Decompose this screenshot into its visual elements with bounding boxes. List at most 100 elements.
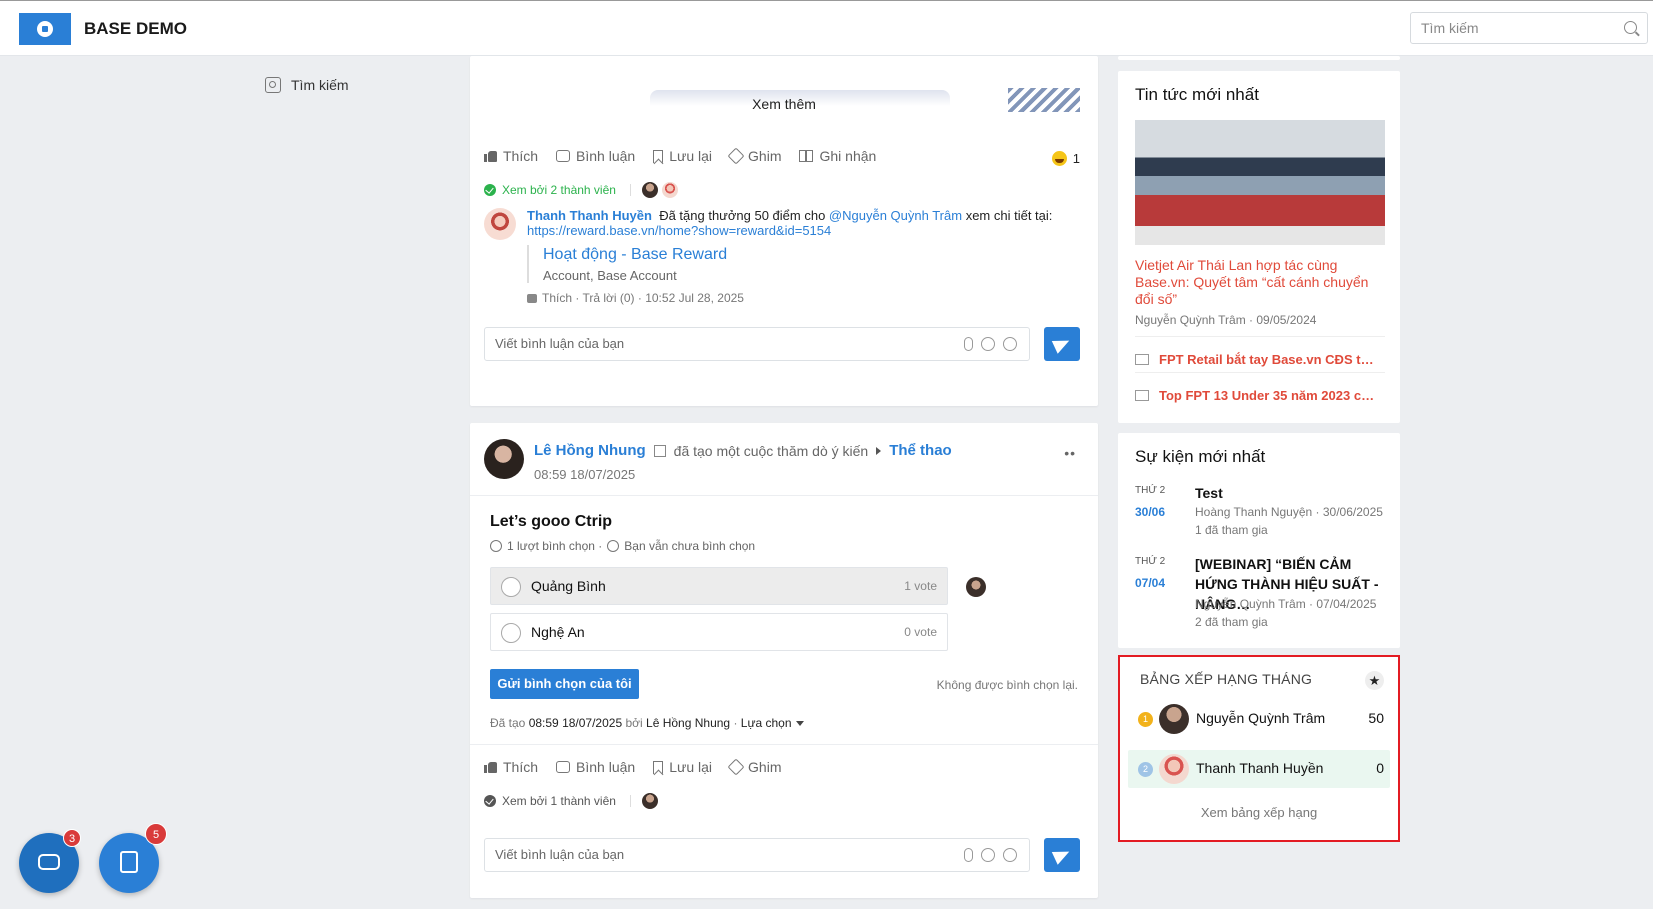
like-button[interactable]: Thích [484, 759, 538, 775]
event-item[interactable]: THỨ 2 07/04 [WEBINAR] “BIẾN CẢM HỨNG THÀ… [1135, 556, 1385, 629]
radio-button[interactable] [501, 623, 521, 643]
like-button[interactable]: Thích [484, 148, 538, 164]
lightbulb-icon[interactable] [981, 337, 995, 351]
ranking-score: 50 [1368, 710, 1384, 726]
pin-button[interactable]: Ghim [727, 147, 781, 165]
attachment-icon[interactable] [964, 337, 973, 351]
avatar[interactable] [1159, 704, 1189, 734]
comment-input[interactable]: Viết bình luận của bạn [484, 838, 1030, 872]
more-options-icon[interactable]: •• [1064, 445, 1076, 461]
like-label: Thích [503, 759, 539, 775]
event-title[interactable]: Test [1195, 483, 1385, 503]
avatar[interactable] [660, 181, 679, 199]
link-preview[interactable]: Hoạt động - Base Reward Account, Base Ac… [527, 245, 1057, 283]
link-preview-subtitle: Account, Base Account [543, 268, 677, 283]
event-meta: Nguyễn Quỳnh Trâm · 07/04/2025 [1195, 597, 1377, 611]
send-button[interactable] [1044, 838, 1080, 872]
task-badge: 5 [145, 823, 167, 845]
emoji-icon[interactable] [1003, 337, 1017, 351]
comment-button[interactable]: Bình luận [556, 759, 635, 775]
choice-menu[interactable]: Lựa chọn [741, 716, 792, 730]
reward-link[interactable]: https://reward.base.vn/home?show=reward&… [527, 223, 831, 238]
ranking-row[interactable]: 1 Nguyễn Quỳnh Trâm 50 [1128, 700, 1390, 738]
comment-meta: Thích · Trả lời (0) · 10:52 Jul 28, 2025 [527, 291, 1057, 306]
avatar[interactable] [484, 208, 516, 240]
post-author[interactable]: Lê Hồng Nhung [534, 442, 646, 459]
emoji-icon[interactable] [1003, 848, 1017, 862]
link-preview-title[interactable]: Hoạt động - Base Reward [543, 245, 1057, 265]
rank-number: 1 [1138, 712, 1153, 727]
comment-text-after: xem chi tiết tại: [965, 208, 1053, 223]
poll-created-meta: Đã tạo 08:59 18/07/2025 bởi Lê Hồng Nhun… [490, 716, 804, 730]
app-logo[interactable] [19, 13, 71, 45]
top-bar: BASE DEMO Tìm kiếm [0, 0, 1653, 56]
post-action: đã tạo một cuộc thăm dò ý kiến [673, 442, 869, 459]
view-ranking-link[interactable]: Xem bảng xếp hạng [1120, 805, 1398, 820]
created-by[interactable]: Lê Hồng Nhung [646, 716, 730, 730]
pin-icon [727, 758, 745, 776]
news-headline[interactable]: Vietjet Air Thái Lan hợp tác cùng Base.v… [1135, 257, 1385, 308]
ranking-row[interactable]: 2 Thanh Thanh Huyền 0 [1128, 750, 1390, 788]
see-more-link[interactable]: Xem thêm [470, 96, 1098, 112]
arrow-right-icon [876, 446, 882, 455]
reaction-summary[interactable]: 1 [1051, 151, 1080, 166]
avatar[interactable] [484, 439, 524, 479]
save-button[interactable]: Lưu lại [653, 759, 712, 775]
avatar[interactable] [640, 792, 659, 810]
comment-placeholder: Viết bình luận của bạn [495, 847, 625, 862]
save-label: Lưu lại [669, 148, 713, 164]
star-icon[interactable]: ★ [1365, 671, 1384, 690]
check-circle-icon [490, 540, 502, 552]
rank-number: 2 [1138, 762, 1153, 777]
comment-author[interactable]: Thanh Thanh Huyền [527, 208, 652, 223]
recognize-button[interactable]: Ghi nhận [799, 148, 876, 164]
poll-option-label: Quảng Bình [531, 578, 606, 594]
radio-button[interactable] [501, 577, 521, 597]
send-button[interactable] [1044, 327, 1080, 361]
search-input[interactable]: Tìm kiếm [1410, 12, 1648, 44]
created-time: 08:59 18/07/2025 [528, 716, 623, 730]
news-image[interactable] [1135, 120, 1385, 245]
poll-option[interactable]: Quảng Bình 1 vote [490, 567, 948, 605]
chat-badge: 3 [63, 829, 81, 847]
post-topic[interactable]: Thể thao [889, 442, 952, 459]
comment-label: Bình luận [576, 148, 636, 164]
lightbulb-icon[interactable] [981, 848, 995, 862]
seen-by[interactable]: Xem bởi 1 thành viên [484, 792, 659, 810]
comment-button[interactable]: Bình luận [556, 148, 635, 164]
search-icon [265, 77, 281, 93]
comment-input[interactable]: Viết bình luận của bạn [484, 327, 1030, 361]
check-circle-icon [484, 795, 496, 807]
news-item[interactable]: Top FPT 13 Under 35 năm 2023 chính thức [1135, 388, 1385, 403]
event-date: 07/04 [1135, 576, 1166, 590]
event-day: THỨ 2 [1135, 556, 1166, 567]
avatar[interactable] [966, 577, 986, 597]
search-icon[interactable] [1624, 21, 1637, 34]
submit-vote-button[interactable]: Gửi bình chọn của tôi [490, 669, 639, 699]
save-button[interactable]: Lưu lại [653, 148, 712, 164]
news-item[interactable]: FPT Retail bắt tay Base.vn CĐS toàn diện [1135, 352, 1385, 367]
chat-fab-button[interactable]: 3 [19, 829, 81, 893]
created-by-word: bởi [625, 716, 643, 730]
avatar[interactable] [1159, 754, 1189, 784]
seen-by[interactable]: Xem bởi 2 thành viên [484, 181, 679, 199]
comment-meta-text[interactable]: Thích · Trả lời (0) · 10:52 Jul 28, 2025 [542, 291, 744, 306]
news-item-title: FPT Retail bắt tay Base.vn CĐS toàn diện [1159, 352, 1381, 367]
attachment-icon[interactable] [964, 848, 973, 862]
pin-button[interactable]: Ghim [727, 758, 781, 776]
chevron-down-icon[interactable] [795, 721, 804, 727]
news-meta: Nguyễn Quỳnh Trâm · 09/05/2024 [1135, 313, 1317, 327]
post-time[interactable]: 08:59 18/07/2025 [534, 467, 635, 482]
poll-option[interactable]: Nghệ An 0 vote [490, 613, 948, 651]
logo-icon [37, 21, 53, 37]
event-item[interactable]: THỨ 2 30/06 Test Hoàng Thanh Nguyện · 30… [1135, 485, 1385, 537]
task-fab-button[interactable]: 5 [99, 823, 167, 893]
avatar[interactable] [640, 181, 659, 199]
poll-title: Let’s gooo Ctrip [490, 513, 613, 530]
leftnav-item-search[interactable]: Tìm kiếm [265, 77, 349, 93]
comment-placeholder: Viết bình luận của bạn [495, 336, 625, 351]
laugh-emoji-icon [1051, 151, 1067, 166]
events-card: Sự kiện mới nhất THỨ 2 30/06 Test Hoàng … [1118, 433, 1400, 648]
mention-link[interactable]: @Nguyễn Quỳnh Trâm [829, 208, 962, 223]
thumbs-up-icon [484, 150, 497, 162]
